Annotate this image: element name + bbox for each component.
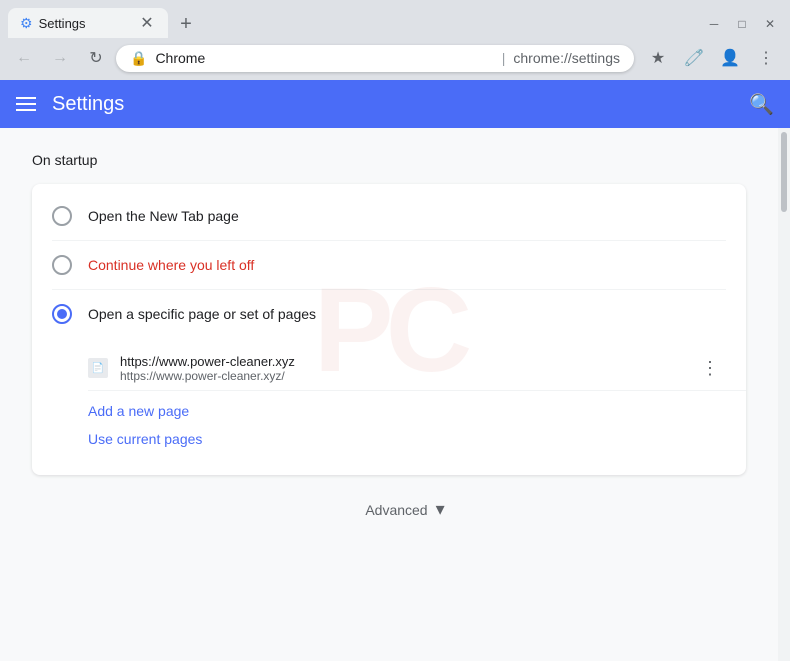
page-url-sub: https://www.power-cleaner.xyz/ bbox=[120, 369, 682, 383]
bookmark-icon[interactable]: ★ bbox=[642, 42, 674, 74]
url-brand: Chrome bbox=[155, 50, 493, 66]
browser-content: On startup PC Open the New Tab page Cont… bbox=[0, 128, 790, 661]
tab-title: Settings bbox=[39, 16, 132, 31]
tab-favicon: ⚙ bbox=[20, 15, 33, 32]
back-button[interactable]: ← bbox=[8, 42, 40, 74]
startup-pages: 📄 https://www.power-cleaner.xyz https://… bbox=[32, 338, 746, 467]
option-specific[interactable]: Open a specific page or set of pages bbox=[32, 290, 746, 338]
startup-card: PC Open the New Tab page Continue where … bbox=[32, 184, 746, 475]
option-new-tab[interactable]: Open the New Tab page bbox=[32, 192, 746, 240]
advanced-section[interactable]: Advanced ▾ bbox=[32, 475, 778, 544]
page-menu-button[interactable]: ⋮ bbox=[694, 352, 726, 384]
page-urls: https://www.power-cleaner.xyz https://ww… bbox=[120, 354, 682, 383]
advanced-label: Advanced bbox=[365, 502, 427, 518]
page-url-main: https://www.power-cleaner.xyz bbox=[120, 354, 682, 369]
radio-specific[interactable] bbox=[52, 304, 72, 324]
page-favicon: 📄 bbox=[88, 358, 108, 378]
add-page-button[interactable]: Add a new page bbox=[88, 391, 189, 423]
lock-icon: 🔒 bbox=[130, 50, 147, 67]
use-current-button[interactable]: Use current pages bbox=[88, 423, 202, 459]
omnibox-bar: ← → ↻ 🔒 Chrome | chrome://settings ★ 🧷 👤… bbox=[0, 38, 790, 80]
hamburger-menu[interactable] bbox=[16, 97, 36, 111]
section-title: On startup bbox=[32, 152, 778, 168]
url-separator: | bbox=[502, 50, 506, 66]
radio-continue[interactable] bbox=[52, 255, 72, 275]
option-continue[interactable]: Continue where you left off bbox=[32, 241, 746, 289]
option-specific-label: Open a specific page or set of pages bbox=[88, 306, 316, 322]
active-tab[interactable]: ⚙ Settings ✕ bbox=[8, 8, 168, 38]
minimize-button[interactable]: ─ bbox=[706, 16, 722, 32]
search-icon-header[interactable]: 🔍 bbox=[749, 92, 774, 117]
window-controls: ─ □ ✕ bbox=[706, 16, 782, 38]
chevron-down-icon: ▾ bbox=[436, 499, 445, 520]
maximize-button[interactable]: □ bbox=[734, 16, 750, 32]
tab-close-icon[interactable]: ✕ bbox=[138, 14, 156, 32]
content-area: On startup PC Open the New Tab page Cont… bbox=[0, 128, 778, 661]
omnibox[interactable]: 🔒 Chrome | chrome://settings bbox=[116, 45, 634, 72]
extensions-icon[interactable]: 🧷 bbox=[678, 42, 710, 74]
scrollbar-track[interactable] bbox=[778, 128, 790, 661]
new-tab-button[interactable]: + bbox=[172, 10, 200, 38]
browser-chrome: ⚙ Settings ✕ + ─ □ ✕ ← → ↻ 🔒 Chrome | ch… bbox=[0, 0, 790, 80]
radio-new-tab[interactable] bbox=[52, 206, 72, 226]
forward-button[interactable]: → bbox=[44, 42, 76, 74]
tab-bar: ⚙ Settings ✕ + ─ □ ✕ bbox=[0, 0, 790, 38]
profile-icon[interactable]: 👤 bbox=[714, 42, 746, 74]
option-continue-label: Continue where you left off bbox=[88, 257, 254, 273]
url-path: chrome://settings bbox=[513, 50, 620, 66]
settings-header: Settings 🔍 bbox=[0, 80, 790, 128]
page-entry: 📄 https://www.power-cleaner.xyz https://… bbox=[88, 346, 746, 390]
option-new-tab-label: Open the New Tab page bbox=[88, 208, 239, 224]
menu-icon[interactable]: ⋮ bbox=[750, 42, 782, 74]
toolbar-right: ★ 🧷 👤 ⋮ bbox=[642, 42, 782, 74]
reload-button[interactable]: ↻ bbox=[80, 42, 112, 74]
scrollbar-thumb[interactable] bbox=[781, 132, 787, 212]
close-button[interactable]: ✕ bbox=[762, 16, 778, 32]
settings-title: Settings bbox=[52, 93, 733, 116]
